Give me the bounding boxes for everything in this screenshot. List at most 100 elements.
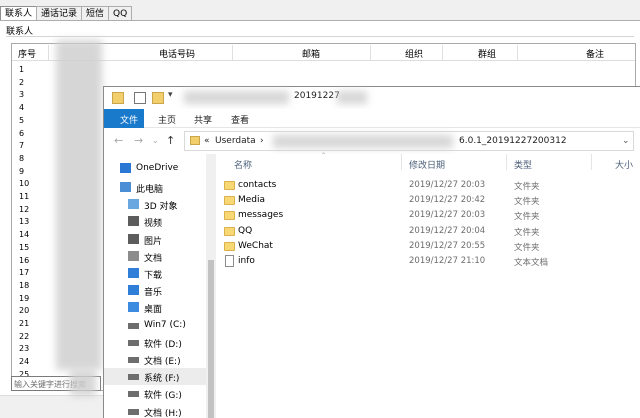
nav-item[interactable]: 图片 [104, 231, 206, 248]
nav-item[interactable]: 系统 (F:) [104, 368, 206, 386]
row-number: 12 [19, 204, 30, 214]
nav-item-label: 音乐 [144, 288, 163, 299]
table-header: 序号 电话号码 邮箱 组织 群组 备注 [12, 44, 635, 61]
nav-item-label: 文档 (E:) [144, 357, 181, 367]
column-divider [370, 45, 371, 60]
privacy-blur [56, 40, 102, 370]
file-modified-date: 2019/12/27 21:10 [409, 256, 486, 266]
privacy-blur [70, 370, 96, 396]
row-number: 6 [19, 128, 25, 138]
file-modified-date: 2019/12/27 20:03 [409, 180, 486, 190]
ribbon-tab-share[interactable]: 共享 [194, 113, 212, 126]
properties-icon[interactable] [134, 92, 146, 104]
file-row[interactable]: WeChat 2019/12/27 20:55 文件夹 [218, 239, 640, 254]
row-number: 11 [19, 192, 30, 201]
nav-item[interactable]: 软件 (G:) [104, 385, 206, 402]
file-list: 名称 ⌃ 修改日期 类型 大小 contacts 2019/12/27 20:03… [218, 152, 640, 418]
nav-item[interactable]: 下载 [104, 265, 206, 282]
row-number: 22 [19, 331, 30, 341]
column-header-group[interactable]: 群组 [478, 47, 496, 60]
row-number: 23 [19, 344, 30, 354]
nav-item[interactable]: 3D 对象 [104, 196, 206, 213]
breadcrumb-current-folder[interactable]: 6.0.1_20191227200312 [459, 136, 567, 146]
file-name: QQ [238, 225, 253, 236]
back-arrow-icon[interactable]: ← [114, 134, 123, 147]
privacy-blur [273, 135, 453, 148]
navigation-pane: OneDrive 此电脑 3D 对象 视频 图片 文档 下载 音乐 桌面 Win7 (C:) 软件 … [104, 154, 218, 418]
new-folder-icon[interactable] [152, 92, 164, 104]
tab-call-log[interactable]: 通话记录 [36, 6, 83, 21]
file-name: info [238, 256, 255, 266]
window-title: 20191227 [294, 91, 340, 101]
row-number: 8 [19, 153, 25, 163]
folder-icon [224, 241, 235, 251]
file-modified-date: 2019/12/27 20:42 [409, 195, 486, 206]
nav-item[interactable]: 文档 (H:) [104, 403, 206, 418]
file-type: 文件夹 [514, 182, 540, 192]
scrollbar-thumb[interactable] [208, 260, 214, 418]
breadcrumb-overflow[interactable]: « [204, 136, 210, 146]
nav-item[interactable]: 文档 (E:) [104, 351, 206, 368]
file-type: 文本文档 [514, 258, 549, 268]
nav-item-label: 下载 [144, 271, 163, 281]
sort-indicator-icon: ⌃ [321, 152, 327, 159]
column-header-notes[interactable]: 备注 [586, 47, 604, 60]
file-row[interactable]: Media 2019/12/27 20:42 文件夹 [218, 193, 640, 208]
breadcrumb-userdata[interactable]: Userdata [215, 136, 256, 146]
nav-item[interactable]: 此电脑 [104, 179, 206, 196]
column-header-name[interactable]: 名称 [234, 158, 252, 171]
row-number: 18 [19, 280, 30, 290]
ribbon-tab-home[interactable]: 主页 [158, 113, 176, 126]
column-divider [506, 154, 507, 170]
file-row[interactable]: QQ 2019/12/27 20:04 文件夹 [218, 224, 640, 239]
nav-item[interactable]: OneDrive [104, 160, 206, 177]
drive-icon [128, 357, 139, 363]
address-bar[interactable]: « Userdata › 6.0.1_20191227200312 ⌄ [184, 131, 634, 151]
quick-access-dropdown-icon[interactable]: ▾ [168, 90, 180, 102]
file-row[interactable]: contacts 2019/12/27 20:03 文件夹 [218, 178, 640, 193]
row-number: 24 [19, 357, 30, 367]
column-header-size[interactable]: 大小 [615, 158, 633, 171]
column-header-index[interactable]: 序号 [18, 47, 36, 60]
row-number: 5 [19, 115, 25, 125]
ribbon-tab-file[interactable]: 文件 [104, 109, 144, 128]
forward-arrow-icon[interactable]: → [134, 134, 143, 147]
column-header-phone[interactable]: 电话号码 [159, 47, 195, 60]
3d-objects-icon [128, 199, 139, 210]
nav-item[interactable]: 桌面 [104, 299, 206, 316]
column-header-email[interactable]: 邮箱 [302, 47, 320, 60]
column-header-date[interactable]: 修改日期 [409, 158, 445, 171]
download-icon [128, 268, 139, 278]
drive-icon [128, 408, 139, 415]
address-dropdown-icon[interactable]: ⌄ [622, 136, 630, 146]
documents-icon [128, 250, 139, 261]
ribbon-tabs: 文件 主页 共享 查看 [104, 109, 640, 128]
up-arrow-icon[interactable]: ↑ [166, 134, 175, 147]
ribbon-tab-view[interactable]: 查看 [231, 113, 249, 126]
nav-item[interactable]: 文档 [104, 248, 206, 265]
file-name: contacts [238, 180, 277, 190]
nav-item[interactable]: 音乐 [104, 282, 206, 299]
file-name: WeChat [238, 240, 273, 251]
nav-item[interactable]: Win7 (C:) [104, 317, 206, 334]
recent-locations-icon[interactable]: ⌄ [152, 136, 159, 145]
row-number: 3 [19, 90, 25, 100]
nav-item[interactable]: 软件 (D:) [104, 334, 206, 351]
tab-contacts[interactable]: 联系人 [0, 6, 38, 21]
tab-qq[interactable]: QQ [108, 6, 133, 21]
nav-item[interactable]: 视频 [104, 213, 206, 230]
tab-sms[interactable]: 短信 [81, 6, 110, 21]
file-modified-date: 2019/12/27 20:55 [409, 240, 486, 251]
column-header-org[interactable]: 组织 [405, 47, 423, 60]
pictures-icon [128, 233, 139, 244]
file-row[interactable]: info 2019/12/27 21:10 文本文档 [218, 254, 640, 269]
row-number: 19 [19, 293, 30, 303]
file-type: 文件夹 [514, 197, 540, 208]
row-number: 9 [19, 166, 25, 176]
column-header-type[interactable]: 类型 [514, 158, 532, 171]
desktop-icon [128, 302, 139, 313]
navigation-scrollbar[interactable] [206, 154, 216, 418]
folder-icon[interactable] [112, 92, 124, 104]
file-name: messages [238, 210, 284, 221]
file-row[interactable]: messages 2019/12/27 20:03 文件夹 [218, 208, 640, 223]
